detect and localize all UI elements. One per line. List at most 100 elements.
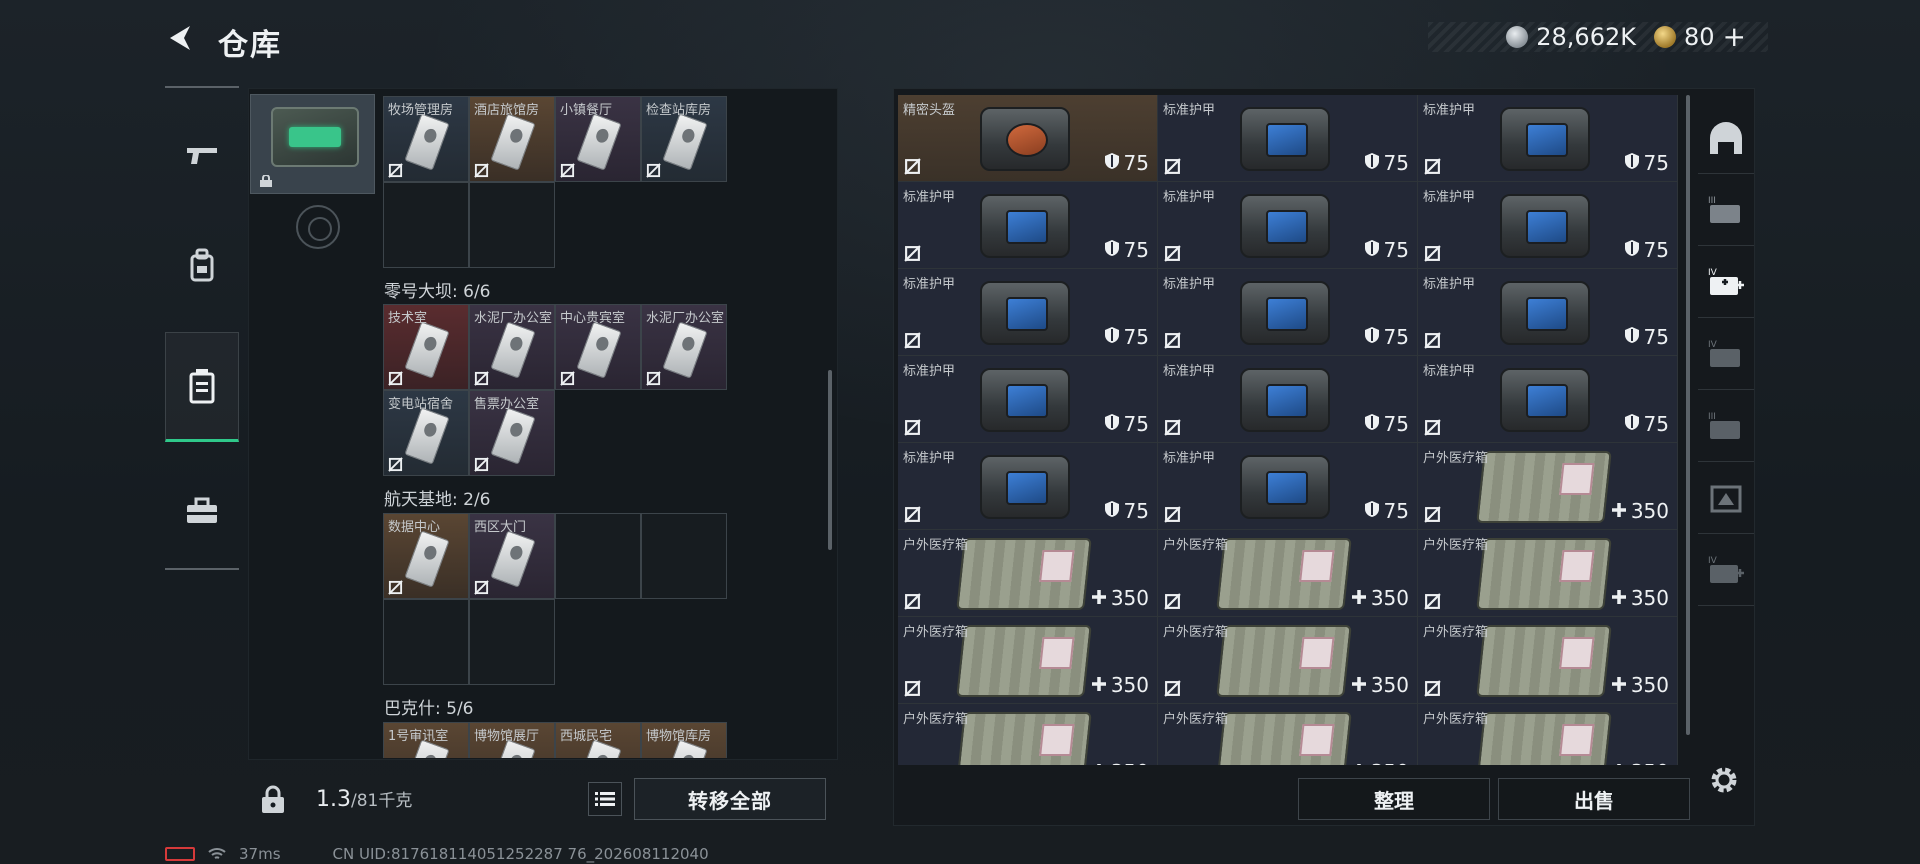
- filter-armor-lv4[interactable]: IV: [1698, 318, 1754, 390]
- inventory-item[interactable]: 户外医疗箱 350: [898, 530, 1157, 616]
- map-section-label: 零号大坝: 6/6: [384, 282, 491, 302]
- inventory-item[interactable]: 户外医疗箱 350: [1418, 704, 1677, 765]
- shield-icon: [1104, 238, 1120, 262]
- non-tradable-icon: [1164, 158, 1181, 175]
- inventory-item[interactable]: 标准护甲 75: [898, 356, 1157, 442]
- key-grid: 牧场管理房 酒店旅馆房 小镇餐厅 检查站库房: [383, 96, 727, 268]
- empty-key-slot[interactable]: [641, 513, 727, 599]
- transfer-all-button[interactable]: 转移全部: [634, 778, 826, 820]
- item-stat-value: 75: [1643, 238, 1669, 262]
- medkit-level-icon: IV: [1708, 268, 1744, 295]
- inventory-item[interactable]: 标准护甲 75: [1418, 182, 1677, 268]
- inventory-item[interactable]: 标准护甲 75: [1158, 269, 1417, 355]
- inventory-item[interactable]: 标准护甲 75: [898, 269, 1157, 355]
- wifi-icon: [208, 848, 226, 859]
- key-grid: 技术室 水泥厂办公室 中心贵宾室 水泥厂办公室 变电站宿舍 售票办公室: [383, 304, 727, 476]
- inventory-item[interactable]: 标准护甲 75: [1158, 443, 1417, 529]
- inventory-item[interactable]: 户外医疗箱 350: [1158, 530, 1417, 616]
- filter-medkit[interactable]: IV: [1698, 534, 1754, 606]
- key-item[interactable]: 数据中心: [383, 513, 469, 599]
- key-item[interactable]: 水泥厂办公室: [469, 304, 555, 390]
- item-stat: 75: [1104, 412, 1149, 436]
- key-item[interactable]: 博物馆库房: [641, 722, 727, 758]
- inventory-item[interactable]: 标准护甲 75: [1418, 356, 1677, 442]
- weight-max: /81千克: [351, 791, 413, 811]
- left-scrollbar[interactable]: [828, 370, 832, 550]
- inventory-item[interactable]: 精密头盔 75: [898, 95, 1157, 181]
- key-item[interactable]: 西城民宅: [555, 722, 641, 758]
- back-button[interactable]: [160, 18, 200, 58]
- key-item[interactable]: 水泥厂办公室: [641, 304, 727, 390]
- non-tradable-icon: [560, 371, 575, 386]
- key-item[interactable]: 酒店旅馆房: [469, 96, 555, 182]
- category-keys[interactable]: [165, 332, 239, 442]
- inventory-item[interactable]: 户外医疗箱 350: [1158, 617, 1417, 703]
- key-item[interactable]: 售票办公室: [469, 390, 555, 476]
- empty-key-slot[interactable]: [555, 513, 641, 599]
- inventory-item[interactable]: 户外医疗箱 350: [1418, 530, 1677, 616]
- key-item[interactable]: 中心贵宾室: [555, 304, 641, 390]
- back-arrow-icon: [170, 26, 190, 50]
- inventory-item[interactable]: 标准护甲 75: [1418, 95, 1677, 181]
- key-name: 博物馆展厅: [474, 729, 540, 744]
- non-tradable-icon: [1164, 506, 1181, 523]
- armor-item-icon: [980, 194, 1070, 258]
- item-stat-value: 75: [1123, 499, 1149, 523]
- inventory-item[interactable]: 标准护甲 75: [898, 182, 1157, 268]
- key-container-slot[interactable]: [250, 94, 375, 194]
- inventory-item[interactable]: 标准护甲 75: [898, 443, 1157, 529]
- container-target-icon: [296, 205, 340, 249]
- lock-button[interactable]: [250, 772, 296, 828]
- key-item[interactable]: 牧场管理房: [383, 96, 469, 182]
- key-name: 酒店旅馆房: [474, 103, 540, 118]
- inventory-item[interactable]: 标准护甲 75: [1418, 269, 1677, 355]
- non-tradable-icon: [904, 332, 921, 349]
- category-rail: [165, 86, 239, 570]
- key-name: 牧场管理房: [388, 103, 454, 118]
- non-tradable-icon: [388, 371, 403, 386]
- filter-case[interactable]: [1698, 462, 1754, 534]
- filter-armor-lv3b[interactable]: III: [1698, 390, 1754, 462]
- item-stat-value: 350: [1630, 499, 1669, 523]
- inventory-item[interactable]: 户外医疗箱 350: [898, 704, 1157, 765]
- sort-button[interactable]: 整理: [1298, 778, 1490, 820]
- inventory-item[interactable]: 户外医疗箱 350: [1418, 617, 1677, 703]
- item-stat: 75: [1364, 499, 1409, 523]
- non-tradable-icon: [474, 371, 489, 386]
- filter-helmet[interactable]: [1698, 102, 1754, 174]
- filter-armor-lv3[interactable]: III: [1698, 174, 1754, 246]
- inventory-item[interactable]: 户外医疗箱 350: [898, 617, 1157, 703]
- category-weapons[interactable]: [165, 100, 239, 210]
- keycard-icon: [404, 113, 450, 171]
- list-view-button[interactable]: [588, 782, 622, 816]
- empty-key-slot[interactable]: [383, 182, 469, 268]
- key-item[interactable]: 小镇餐厅: [555, 96, 641, 182]
- category-misc[interactable]: [165, 456, 239, 566]
- key-name: 检查站库房: [646, 103, 712, 118]
- inventory-item[interactable]: 标准护甲 75: [1158, 356, 1417, 442]
- category-equipment[interactable]: [165, 210, 239, 320]
- sell-button[interactable]: 出售: [1498, 778, 1690, 820]
- right-scrollbar[interactable]: [1686, 95, 1690, 735]
- empty-key-slot[interactable]: [383, 599, 469, 685]
- medkit-icon: [1476, 538, 1612, 610]
- empty-key-slot[interactable]: [469, 182, 555, 268]
- key-item[interactable]: 变电站宿舍: [383, 390, 469, 476]
- key-item[interactable]: 1号审讯室: [383, 722, 469, 758]
- non-tradable-icon: [1164, 332, 1181, 349]
- key-item[interactable]: 技术室: [383, 304, 469, 390]
- non-tradable-icon: [1424, 332, 1441, 349]
- filter-medkit-lv4[interactable]: IV: [1698, 246, 1754, 318]
- inventory-item[interactable]: 标准护甲 75: [1158, 95, 1417, 181]
- ping-text: 37ms: [239, 845, 281, 863]
- empty-key-slot[interactable]: [469, 599, 555, 685]
- key-item[interactable]: 检查站库房: [641, 96, 727, 182]
- inventory-item[interactable]: 户外医疗箱 350: [1158, 704, 1417, 765]
- inventory-item[interactable]: 户外医疗箱 350: [1418, 443, 1677, 529]
- key-item[interactable]: 博物馆展厅: [469, 722, 555, 758]
- inventory-item[interactable]: 标准护甲 75: [1158, 182, 1417, 268]
- add-currency-button[interactable]: +: [1723, 23, 1746, 51]
- settings-button[interactable]: [1704, 760, 1744, 800]
- key-name: 小镇餐厅: [560, 103, 613, 118]
- key-item[interactable]: 西区大门: [469, 513, 555, 599]
